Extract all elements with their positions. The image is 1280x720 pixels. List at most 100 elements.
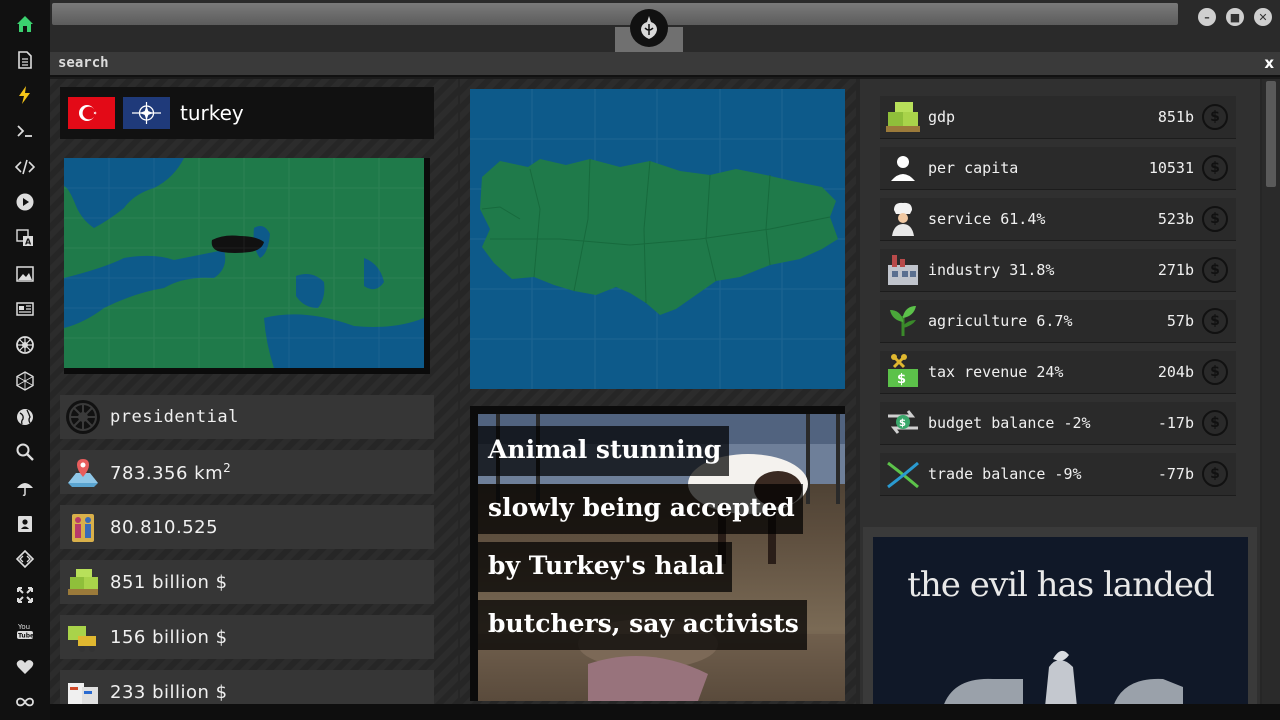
area-unit-exponent: 2 [223, 460, 232, 475]
economy-row[interactable]: per capita 10531 $ [880, 147, 1236, 189]
globe-icon[interactable] [12, 404, 38, 430]
economy-row[interactable]: trade balance -9% -77b $ [880, 453, 1236, 495]
money-pallet-icon [880, 96, 926, 138]
search-label: search [58, 55, 109, 71]
economy-list: gdp 851b $ per capita 10531 $ service 61.4% 523… [880, 96, 1236, 504]
terminal-icon[interactable] [12, 118, 38, 144]
budget-icon: $ [880, 402, 926, 444]
government-row: presidential [60, 395, 434, 439]
news-card[interactable]: Animal stunning slowly being accepted by… [470, 406, 845, 701]
metric2-row: 156 billion $ [60, 615, 434, 659]
youtube-icon[interactable]: You Tube [12, 618, 38, 644]
area-value: 783.356 km2 [110, 461, 231, 484]
economy-label: budget balance -2% [928, 414, 1091, 432]
world-map[interactable] [64, 158, 430, 374]
economy-row[interactable]: agriculture 6.7% 57b $ [880, 300, 1236, 342]
hexagon-icon[interactable] [12, 368, 38, 394]
svg-text:You: You [17, 623, 30, 631]
forklift-money-icon [64, 618, 102, 656]
top-bar: – ■ ✕ [50, 0, 1280, 52]
translate-icon[interactable]: A [12, 225, 38, 251]
advertisement-panel[interactable]: the evil has landed [863, 527, 1257, 707]
close-window-button[interactable]: ✕ [1254, 8, 1272, 26]
map-news-column: Animal stunning slowly being accepted by… [460, 79, 856, 704]
dollar-icon[interactable]: $ [1202, 308, 1228, 334]
population-icon [64, 508, 102, 546]
content-scrollbar[interactable] [1262, 79, 1280, 704]
area-number: 783.356 km [110, 462, 224, 484]
economy-label: per capita [928, 159, 1019, 177]
gdp-value: 851 billion $ [110, 571, 228, 593]
economy-label: gdp [928, 108, 956, 126]
headline-line-1: Animal stunning [478, 426, 730, 476]
economy-row[interactable]: $ budget balance -2% -17b $ [880, 402, 1236, 444]
population-value: 80.810.525 [110, 516, 219, 538]
economy-row[interactable]: $ tax revenue 24% 204b $ [880, 351, 1236, 393]
content-area: turkey presidential 783.356 km2 80.810.5… [50, 79, 1280, 714]
news-headline[interactable]: Animal stunning slowly being accepted by… [478, 426, 838, 658]
economy-value: 10531 [1148, 159, 1194, 177]
headline-line-2: slowly being accepted [478, 484, 803, 534]
economy-value: 523b [1157, 210, 1194, 228]
area-row: 783.356 km2 [60, 450, 434, 494]
country-overview-column: turkey presidential 783.356 km2 80.810.5… [50, 79, 458, 714]
dollar-icon[interactable]: $ [1202, 206, 1228, 232]
app-window: A You Tube – ■ ✕ search x turkey preside… [0, 0, 1280, 720]
dollar-icon[interactable]: $ [1202, 359, 1228, 385]
economy-row[interactable]: industry 31.8% 271b $ [880, 249, 1236, 291]
scrollbar-thumb[interactable] [1266, 81, 1276, 187]
rebel-alliance-tab[interactable] [615, 2, 683, 52]
country-name: turkey [180, 101, 244, 125]
economy-value: -77b [1157, 465, 1194, 483]
economy-label: industry 31.8% [928, 261, 1055, 279]
galactic-empire-icon [64, 398, 102, 436]
map-pin-icon [64, 453, 102, 491]
diamond-code-icon[interactable] [12, 547, 38, 573]
play-icon[interactable] [12, 190, 38, 216]
economy-value: -17b [1157, 414, 1194, 432]
plant-icon [880, 300, 926, 342]
minimize-button[interactable]: – [1198, 8, 1216, 26]
infinity-icon[interactable] [12, 689, 38, 715]
code-icon[interactable] [12, 154, 38, 180]
news-icon[interactable] [12, 297, 38, 323]
heart-icon[interactable] [12, 654, 38, 680]
ad-banner[interactable]: the evil has landed [873, 537, 1248, 707]
population-row: 80.810.525 [60, 505, 434, 549]
search-icon[interactable] [12, 439, 38, 465]
umbrella-icon[interactable] [12, 475, 38, 501]
economy-value: 204b [1157, 363, 1194, 381]
economy-value: 271b [1157, 261, 1194, 279]
dollar-icon[interactable]: $ [1202, 155, 1228, 181]
expand-icon[interactable] [12, 582, 38, 608]
contacts-icon[interactable] [12, 511, 38, 537]
country-detail-map[interactable] [470, 89, 845, 389]
window-controls: – ■ ✕ [1198, 8, 1272, 26]
economy-row[interactable]: service 61.4% 523b $ [880, 198, 1236, 240]
gdp-row: 851 billion $ [60, 560, 434, 604]
image-icon[interactable] [12, 261, 38, 287]
lightning-icon[interactable] [12, 82, 38, 108]
galactic-empire-icon[interactable] [12, 332, 38, 358]
home-icon[interactable] [12, 11, 38, 37]
trade-icon [880, 453, 926, 495]
chef-icon [880, 198, 926, 240]
money-pallet-icon [64, 563, 102, 601]
document-icon[interactable] [12, 47, 38, 73]
maximize-button[interactable]: ■ [1226, 8, 1244, 26]
country-facts: presidential 783.356 km2 80.810.525 851 … [60, 395, 434, 720]
search-bar[interactable]: search x [50, 52, 1280, 77]
headline-line-4: butchers, say activists [478, 600, 807, 650]
search-close-button[interactable]: x [1264, 54, 1274, 72]
dollar-icon[interactable]: $ [1202, 104, 1228, 130]
metric3-value: 233 billion $ [110, 681, 228, 703]
economy-label: agriculture 6.7% [928, 312, 1073, 330]
nato-flag-icon [123, 97, 170, 129]
country-header: turkey [60, 87, 434, 139]
dollar-icon[interactable]: $ [1202, 461, 1228, 487]
factory-icon [880, 249, 926, 291]
dollar-icon[interactable]: $ [1202, 257, 1228, 283]
economy-row[interactable]: gdp 851b $ [880, 96, 1236, 138]
svg-text:$: $ [899, 418, 906, 429]
dollar-icon[interactable]: $ [1202, 410, 1228, 436]
